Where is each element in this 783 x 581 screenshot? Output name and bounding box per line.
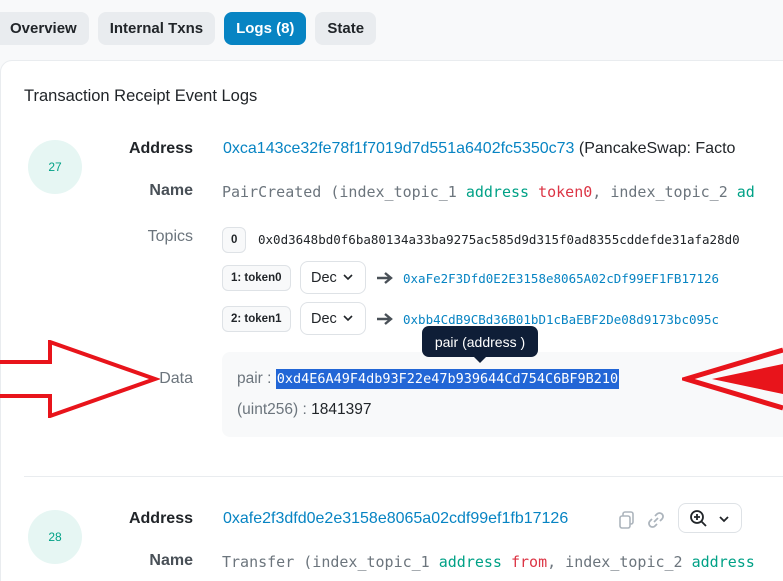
event-signature: Transfer (index_topic_1 address from, in… [222,553,755,571]
tab-state[interactable]: State [315,12,377,45]
select-value: Dec [311,310,337,327]
event-fn: Transfer (index_topic_1 [222,553,439,571]
topic-index-2: 2: token1 [222,306,291,332]
select-value: Dec [311,269,337,286]
tab-logs[interactable]: Logs (8) [224,12,307,45]
data-uint-row: (uint256) : 1841397 [237,401,371,419]
event-keyword: address [465,183,530,201]
topics-label: Topics [147,228,193,245]
tab-internal-txns[interactable]: Internal Txns [97,12,216,45]
event-mid: , index_topic_2 [592,183,737,201]
topic-value-link-1[interactable]: 0xaFe2F3Dfd0E2E3158e8065A02cDf99EF1FB171… [403,271,719,286]
event-keyword-2: ad [736,183,755,201]
log-divider [24,476,783,477]
topic-value-link-2[interactable]: 0xbb4CdB9CBd36B01bD1cBaEBF2De08d9173bc09… [403,312,719,327]
topic-index-1: 1: token0 [222,265,291,291]
chevron-down-icon [343,315,353,322]
data-pair-row: pair : 0xd4E6A49F4db93F22e47b939644Cd754… [237,369,620,389]
arrow-right-icon [377,313,393,325]
data-pair-value[interactable]: 0xd4E6A49F4db93F22e47b939644Cd754C6BF9B2… [275,369,620,389]
chevron-down-icon [719,516,729,523]
event-mid: , index_topic_2 [547,553,692,571]
data-tooltip: pair (address ) [422,326,538,363]
name-label: Name [149,182,193,199]
event-keyword-2: address [691,553,755,571]
data-uint-label: (uint256) : [237,401,312,418]
tab-overview[interactable]: Overview [0,12,89,45]
section-title: Transaction Receipt Event Logs [24,87,258,105]
data-uint-value: 1841397 [311,401,372,418]
link-icon[interactable] [646,510,666,530]
topic-format-select-1[interactable]: Dec [300,261,366,294]
contract-address-link[interactable]: 0xafe2f3dfd0e2e3158e8065a02cdf99ef1fb171… [223,510,568,528]
zoom-in-icon [690,510,707,527]
topic-value-0: 0x0d3648bd0f6ba80134a33ba9275ac585d9d315… [258,232,740,247]
name-label: Name [149,552,193,569]
event-var: from [511,553,548,571]
data-pair-label: pair : [237,370,276,387]
event-var: token0 [538,183,593,201]
tab-bar: Overview Internal Txns Logs (8) State [0,12,377,45]
event-signature: PairCreated (index_topic_1 address token… [222,183,755,201]
arrow-right-icon [377,272,393,284]
zoom-button[interactable] [678,503,742,533]
topic-format-select-2[interactable]: Dec [300,302,366,335]
event-fn: PairCreated (index_topic_1 [222,183,466,201]
address-label: Address [128,140,193,157]
chevron-down-icon [343,274,353,281]
address-label: Address [128,510,193,527]
annotation-arrow-right [682,347,783,411]
address-row: 0xca143ce32fe78f1f7019d7d551a6402fc5350c… [223,140,735,158]
annotation-arrow-left [0,340,160,418]
contract-name: (PancakeSwap: Facto [578,140,736,157]
contract-address-link[interactable]: 0xca143ce32fe78f1f7019d7d551a6402fc5350c… [223,140,574,157]
copy-icon[interactable] [617,510,637,530]
topic-index-0: 0 [222,227,247,253]
event-keyword: address [438,553,502,571]
